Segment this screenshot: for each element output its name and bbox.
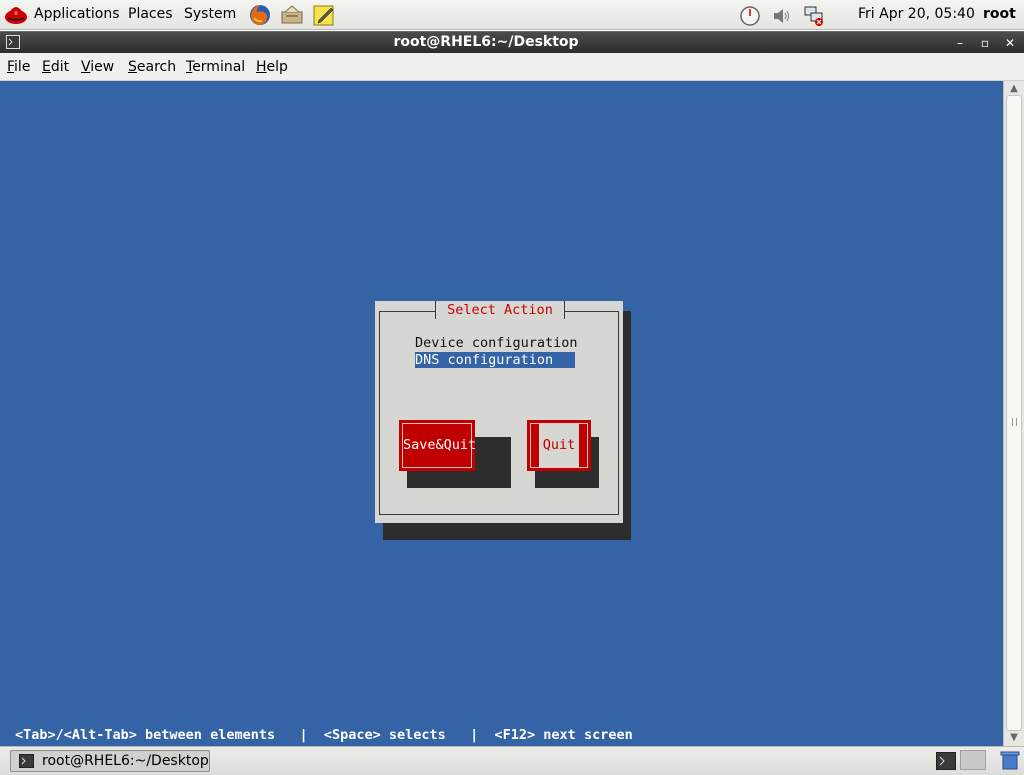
window-titlebar[interactable]: root@RHEL6:~/Desktop – ▫ ✕ — [0, 31, 1024, 53]
menu-file[interactable]: File — [7, 59, 30, 75]
list-item-dns-configuration[interactable]: DNS configuration — [415, 352, 575, 368]
scroll-down-arrow-icon[interactable]: ▼ — [1007, 732, 1021, 744]
trash-icon[interactable] — [1000, 750, 1020, 770]
terminal-area[interactable]: Select Action Device configuration DNS c… — [0, 81, 1003, 746]
menu-help[interactable]: Help — [256, 59, 288, 75]
help-status-line: <Tab>/<Alt-Tab> between elements | <Spac… — [15, 727, 633, 743]
volume-icon[interactable] — [771, 5, 793, 27]
menu-terminal[interactable]: Terminal — [186, 59, 245, 75]
menu-edit[interactable]: Edit — [42, 59, 69, 75]
dialog-title: Select Action — [435, 301, 565, 319]
scrollbar-grip-icon — [1012, 418, 1017, 426]
window-title: root@RHEL6:~/Desktop — [393, 34, 579, 50]
mail-client-icon[interactable] — [280, 3, 304, 27]
quit-button-label: Quit — [538, 424, 580, 467]
menu-view[interactable]: View — [81, 59, 114, 75]
clock[interactable]: Fri Apr 20, 05:40 — [858, 6, 975, 22]
firefox-icon[interactable] — [248, 3, 272, 27]
top-panel: Applications Places System Fri Apr 20, 0… — [0, 0, 1024, 30]
scrollbar-thumb[interactable] — [1006, 95, 1022, 731]
maximize-button[interactable]: ▫ — [976, 34, 994, 52]
menu-search[interactable]: Search — [128, 59, 176, 75]
notes-editor-icon[interactable] — [312, 3, 336, 27]
quit-button[interactable]: Quit — [527, 420, 591, 471]
menubar: File Edit View Search Terminal Help — [0, 53, 1024, 81]
places-menu[interactable]: Places — [128, 6, 173, 22]
redhat-logo-icon[interactable] — [4, 4, 28, 26]
select-action-dialog: Select Action Device configuration DNS c… — [375, 301, 623, 523]
taskbar-window-label: root@RHEL6:~/Desktop — [42, 753, 209, 769]
network-disconnected-icon[interactable] — [803, 5, 825, 27]
scroll-up-arrow-icon[interactable]: ▲ — [1007, 83, 1021, 95]
workspace-1[interactable] — [960, 750, 986, 770]
speedometer-icon[interactable] — [739, 5, 761, 27]
show-desktop-icon[interactable] — [936, 752, 956, 770]
bottom-panel: root@RHEL6:~/Desktop — [0, 746, 1024, 775]
minimize-button[interactable]: – — [951, 34, 969, 52]
terminal-window-icon — [19, 754, 34, 768]
user-menu[interactable]: root — [983, 6, 1016, 22]
applications-menu[interactable]: Applications — [34, 6, 120, 22]
system-menu[interactable]: System — [184, 6, 236, 22]
terminal-scrollbar[interactable]: ▲ ▼ — [1003, 81, 1024, 746]
list-item-device-configuration[interactable]: Device configuration — [415, 335, 578, 351]
taskbar-window-button[interactable]: root@RHEL6:~/Desktop — [10, 750, 210, 772]
close-button[interactable]: ✕ — [1001, 34, 1019, 52]
save-quit-button[interactable]: Save&Quit — [399, 420, 476, 471]
save-quit-button-label: Save&Quit — [402, 423, 476, 468]
